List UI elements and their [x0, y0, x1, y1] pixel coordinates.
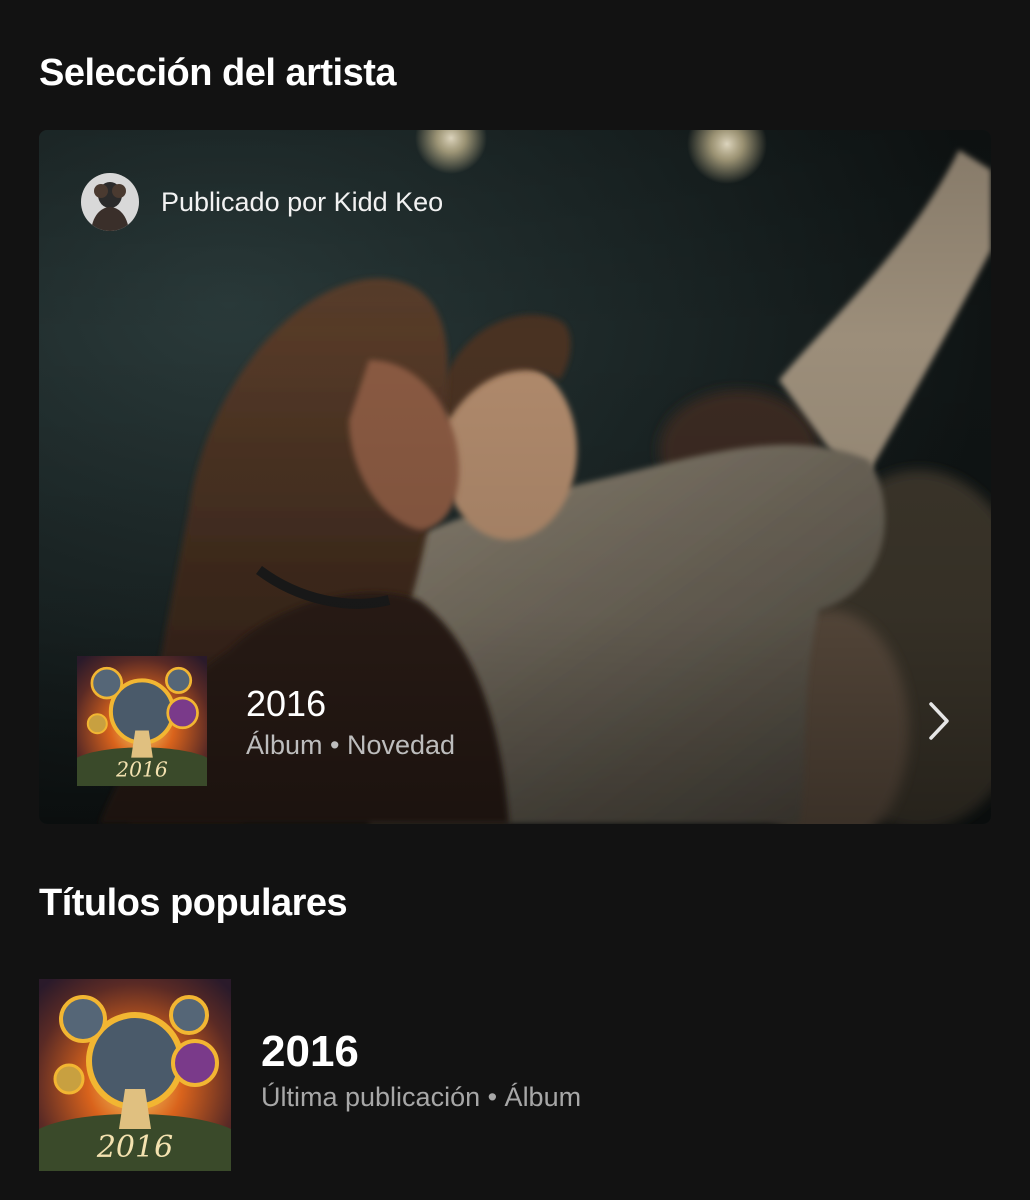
chevron-right-icon[interactable]	[923, 698, 953, 744]
album-cover-image: 2016	[77, 656, 207, 786]
popular-item-meta: 2016 Última publicación • Álbum	[261, 1026, 581, 1113]
popular-item-subtitle: Última publicación • Álbum	[261, 1081, 582, 1112]
artist-pick-section-title: Selección del artista	[39, 52, 397, 94]
album-cover-text: 2016	[96, 1130, 173, 1165]
release-subtitle: Álbum • Novedad	[246, 729, 456, 760]
popular-item-title: 2016	[261, 1026, 359, 1076]
artist-pick-card[interactable]: Publicado por Kidd Keo 2016 2016 Álbum •…	[39, 130, 991, 824]
artist-pick-release[interactable]: 2016 2016 Álbum • Novedad	[77, 656, 455, 786]
release-meta: 2016 Álbum • Novedad	[246, 682, 455, 761]
release-title: 2016	[246, 682, 327, 724]
popular-releases-section-title: Títulos populares	[39, 882, 348, 924]
published-by-text: Publicado por Kidd Keo	[161, 186, 444, 217]
album-cover-image: 2016	[39, 979, 231, 1171]
album-cover-text: 2016	[115, 758, 168, 782]
publisher-row: Publicado por Kidd Keo	[81, 173, 443, 231]
artist-avatar	[81, 173, 139, 231]
popular-release-item[interactable]: 2016 2016 Última publicación • Álbum	[39, 979, 581, 1171]
